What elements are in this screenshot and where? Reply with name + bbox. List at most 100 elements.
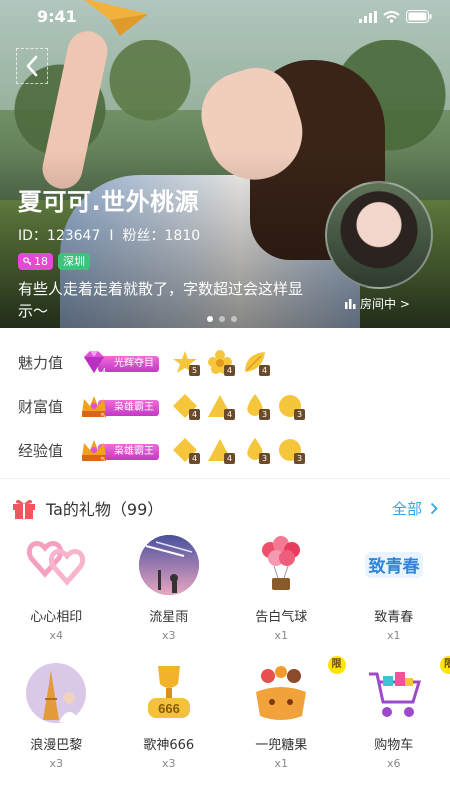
gift-box-icon — [13, 499, 35, 519]
level-number: 4 — [189, 453, 200, 464]
stat-row-wealth: 财富值 枭雄霸王 5 4 4 3 3 — [0, 384, 450, 428]
drop-icon: 3 — [242, 437, 270, 464]
trophy-666-icon: 666 — [147, 666, 190, 718]
circle-icon: 3 — [277, 437, 305, 464]
balloon-icon — [262, 536, 301, 590]
gift-grid: 心心相印 x4 流星雨 x3 告白气球 x1 致青春 致青春 x1 浪漫巴黎 x… — [0, 530, 450, 786]
city-tag: 深圳 — [58, 253, 90, 270]
gift-count: x1 — [274, 629, 288, 642]
stat-label: 经验值 — [18, 441, 64, 460]
gift-name: 流星雨 — [149, 610, 189, 625]
profile-tags: 18 深圳 — [18, 253, 328, 270]
wealth-badge[interactable]: 枭雄霸王 5 — [80, 393, 162, 419]
svg-text:4: 4 — [102, 368, 106, 375]
level-number: 4 — [189, 409, 200, 420]
profile-id-row: ID：123647 I 粉丝：1810 — [18, 225, 328, 245]
gifts-all-label: 全部 — [391, 499, 422, 518]
gift-count: x3 — [49, 757, 63, 770]
svg-text:666: 666 — [158, 701, 180, 716]
gift-name: 歌神666 — [143, 738, 195, 753]
level-number: 3 — [294, 409, 305, 420]
gift-count: x1 — [274, 757, 288, 770]
youth-icon: 致青春 — [364, 552, 423, 578]
gift-item[interactable]: 限 一兜糖果 x1 — [225, 656, 346, 786]
gift-name: 告白气球 — [255, 610, 308, 625]
chevron-right-icon — [430, 502, 438, 514]
hearts-icon — [27, 541, 86, 586]
signal-icon — [359, 10, 377, 23]
gift-item[interactable]: 浪漫巴黎 x3 — [0, 658, 113, 786]
candy-icon — [256, 666, 307, 720]
wifi-icon — [383, 10, 400, 23]
profile-info: 夏可可.世外桃源 ID：123647 I 粉丝：1810 18 深圳 有些人走着走着… — [18, 182, 328, 322]
live-room-avatar[interactable] — [325, 181, 433, 289]
carousel-dot[interactable] — [231, 316, 237, 322]
level-number: 4 — [224, 453, 235, 464]
level-number: 5 — [189, 365, 200, 376]
leaf-icon: 4 — [242, 349, 270, 376]
level-number: 3 — [259, 409, 270, 420]
gift-item[interactable]: 666 歌神666 x3 — [113, 658, 226, 786]
gem-icon: 4 — [84, 351, 106, 375]
live-bars-icon — [345, 298, 356, 309]
charm-badge[interactable]: 光辉夺目 4 — [80, 349, 162, 375]
profile-bio: 有些人走着走着就散了，字数超过会这样显示～ — [18, 280, 304, 320]
gift-count: x4 — [49, 629, 63, 642]
star-icon: 5 — [172, 349, 200, 376]
triangle-icon: 4 — [207, 393, 235, 420]
crown-emblem-icon: 5 — [82, 396, 106, 419]
svg-text:致青春: 致青春 — [368, 556, 419, 577]
gift-item[interactable]: 告白气球 x1 — [225, 530, 338, 658]
profile-name: 夏可可.世外桃源 — [18, 188, 200, 216]
diamond-icon: 4 — [172, 393, 200, 420]
gift-count: x3 — [161, 757, 176, 770]
meteor-icon — [138, 535, 199, 595]
gifts-title: Ta的礼物（99） — [46, 500, 164, 519]
stat-row-charm: 魅力值 光辉夺目 4 5 4 4 — [0, 340, 450, 384]
stat-row-experience: 经验值 枭雄霸王 5 4 4 3 3 — [0, 428, 450, 472]
gift-name: 心心相印 — [30, 610, 83, 625]
gift-count: x6 — [386, 757, 401, 770]
id-separator: I — [109, 228, 114, 244]
carousel-dot[interactable] — [207, 316, 213, 322]
status-bar: 9:41 — [0, 0, 450, 34]
gift-name: 购物车 — [374, 738, 414, 753]
limited-badge: 限 — [440, 656, 450, 674]
status-time: 9:41 — [37, 7, 77, 26]
key-icon — [23, 257, 32, 266]
battery-icon — [406, 10, 432, 23]
circle-icon: 3 — [277, 393, 305, 420]
gift-item[interactable]: 流星雨 x3 — [113, 530, 226, 658]
gift-item[interactable]: 心心相印 x4 — [0, 530, 113, 658]
gift-count: x1 — [386, 629, 401, 642]
level-number: 4 — [224, 409, 235, 420]
gifts-all-link[interactable]: 全部 — [392, 498, 438, 519]
experience-badge[interactable]: 枭雄霸王 5 — [80, 437, 162, 463]
back-button[interactable] — [16, 48, 48, 84]
level-tag-value: 18 — [34, 255, 48, 268]
stat-label: 财富值 — [18, 397, 64, 416]
level-number: 3 — [294, 453, 305, 464]
svg-text:5: 5 — [101, 413, 105, 419]
status-icons — [359, 10, 432, 23]
gift-name: 浪漫巴黎 — [30, 738, 83, 753]
stats-section: 魅力值 光辉夺目 4 5 4 4 财富值 枭雄霸王 5 4 4 3 3 经验值 … — [0, 340, 450, 472]
section-divider — [0, 478, 450, 479]
in-room-label: 房间中 > — [360, 297, 410, 311]
gift-name: 致青春 — [374, 610, 414, 625]
level-number: 4 — [259, 365, 270, 376]
carousel-dots — [207, 316, 237, 322]
level-number: 3 — [259, 453, 270, 464]
carousel-dot[interactable] — [219, 316, 225, 322]
gifts-header: Ta的礼物（99） 全部 — [12, 495, 438, 521]
triangle-icon: 4 — [207, 437, 235, 464]
level-tag: 18 — [18, 253, 53, 270]
in-room-link[interactable]: 房间中 > — [345, 295, 410, 312]
gift-item[interactable]: 限 购物车 x6 — [338, 656, 450, 786]
chevron-left-icon — [26, 55, 38, 77]
svg-text:5: 5 — [101, 457, 105, 463]
crown-emblem-icon: 5 — [82, 440, 106, 463]
level-number: 4 — [224, 365, 235, 376]
flower-icon: 4 — [207, 349, 235, 376]
gift-item[interactable]: 致青春 致青春 x1 — [338, 530, 450, 658]
